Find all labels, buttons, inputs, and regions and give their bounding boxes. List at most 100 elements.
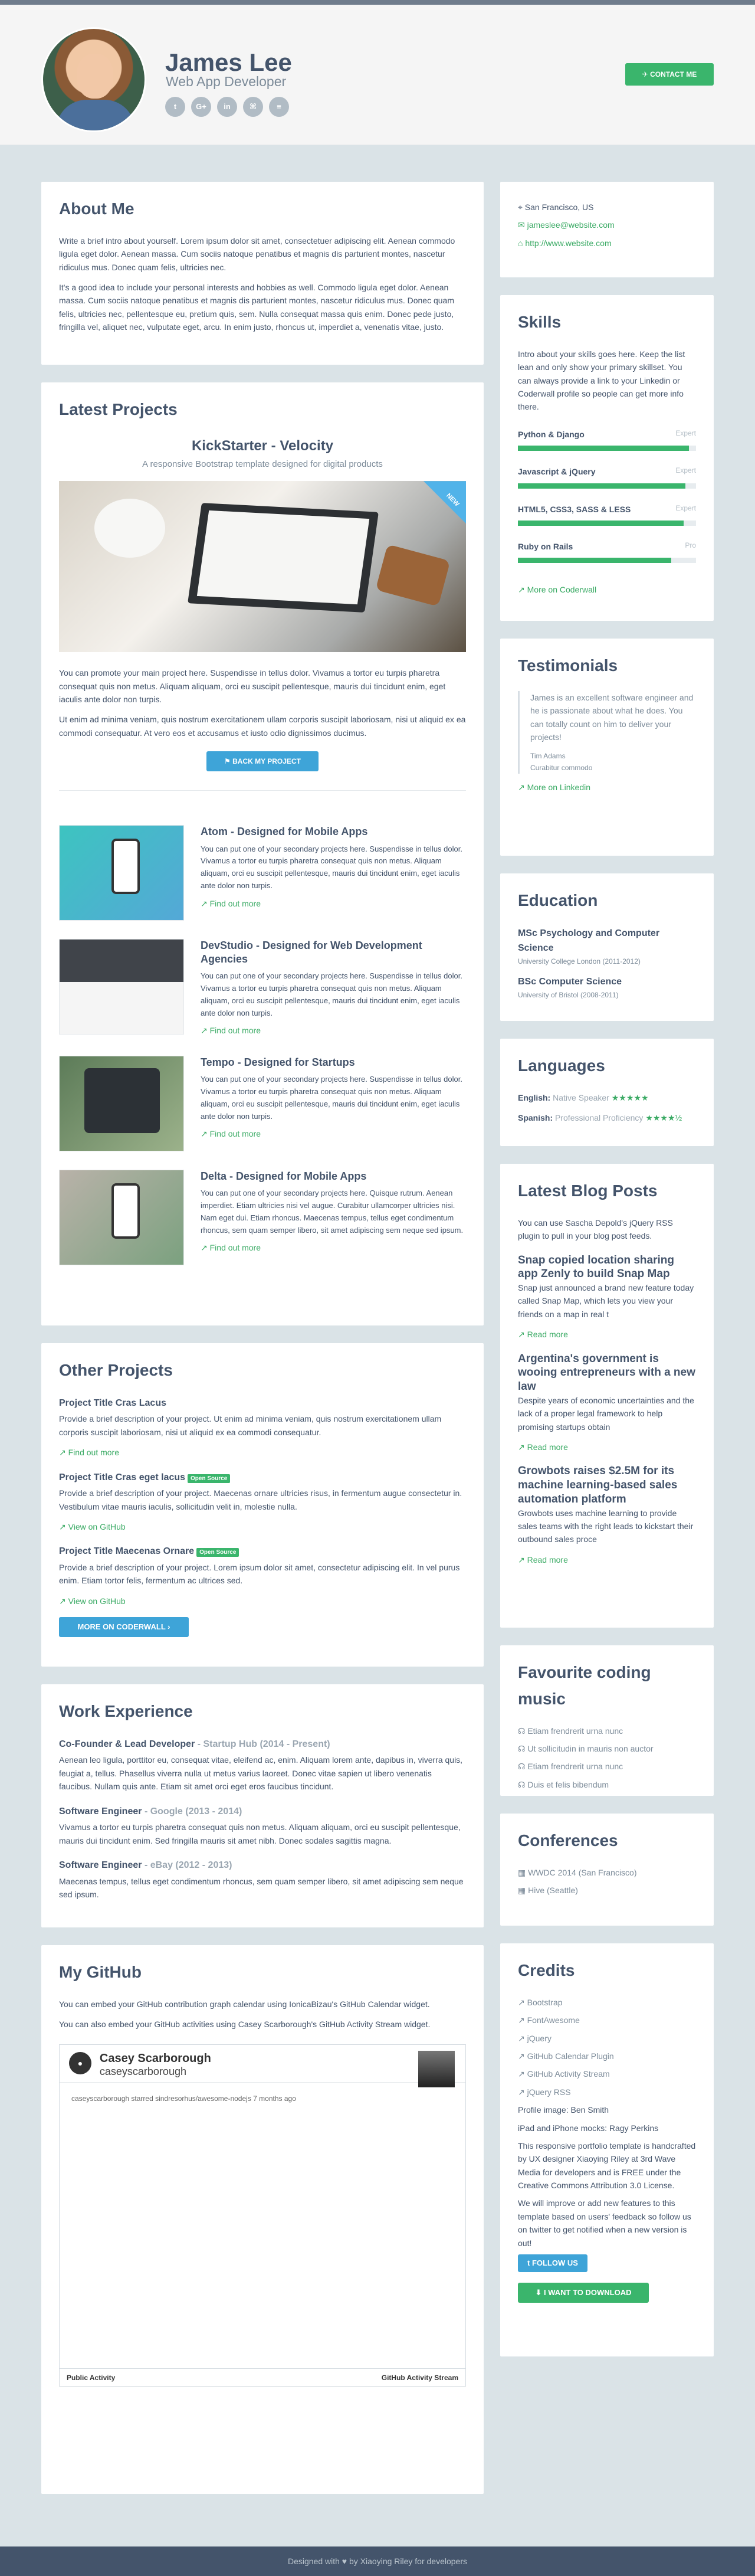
github-activity-row[interactable]: caseyscarborough starred sindresorhus/aw…: [71, 2093, 454, 2104]
find-out-more-link[interactable]: ↗ Find out more: [59, 1448, 119, 1457]
credit-link[interactable]: ↗ GitHub Activity Stream: [518, 2067, 696, 2080]
github-avatar: [418, 2050, 455, 2087]
music-item: ☊ Etiam frendrerit urna nunc: [518, 1726, 623, 1736]
work-experience-heading: Work Experience: [59, 1702, 193, 1720]
project-item-delta: Delta - Designed for Mobile Apps You can…: [59, 1169, 466, 1265]
other-project-description: Provide a brief description of your proj…: [59, 1562, 460, 1586]
skill-bar: [518, 483, 696, 489]
music-heading: Favourite coding music: [518, 1663, 651, 1708]
atom-thumbnail[interactable]: [59, 825, 184, 921]
stack-overflow-icon[interactable]: ≡: [269, 97, 289, 117]
credits-description: This responsive portfolio template is ha…: [518, 2140, 696, 2191]
download-button[interactable]: ⬇ I WANT TO DOWNLOAD: [518, 2283, 649, 2303]
blog-post-title[interactable]: Growbots raises $2.5M for its machine le…: [518, 1464, 696, 1506]
skill-name: HTML5, CSS3, SASS & LESS Expert: [518, 503, 696, 514]
devstudio-thumbnail[interactable]: [59, 939, 184, 1035]
mockup-credit: iPad and iPhone mocks: Ragy Perkins: [518, 2123, 659, 2133]
other-projects-section: Other Projects Project Title Cras Lacus …: [41, 1343, 484, 1667]
blog-post-title[interactable]: Argentina's government is wooing entrepr…: [518, 1352, 696, 1394]
more-on-coderwall-button[interactable]: MORE ON CODERWALL ›: [59, 1617, 189, 1638]
other-project-description: Provide a brief description of your proj…: [59, 1488, 462, 1511]
social-links: t G+ in ⌘ ≡: [165, 97, 289, 117]
email-link[interactable]: ✉ jameslee@website.com: [518, 218, 696, 231]
music-list: ☊ Etiam frendrerit urna nunc ☊ Ut sollic…: [518, 1724, 696, 1792]
credit-link[interactable]: ↗ Bootstrap: [518, 1996, 696, 2009]
github-activity-widget: ● Casey Scarborough caseyscarborough case…: [59, 2044, 466, 2387]
website-link[interactable]: ⌂ http://www.website.com: [518, 237, 696, 250]
twitter-icon[interactable]: t: [165, 97, 185, 117]
language-row: Spanish: Professional Proficiency ★★★★½: [518, 1113, 682, 1123]
read-more-link[interactable]: ↗ Read more: [518, 1330, 568, 1339]
find-out-more-link[interactable]: ↗ Find out more: [201, 1129, 261, 1138]
new-ribbon: NEW: [424, 481, 466, 524]
languages-card: Languages English: Native Speaker ★★★★★ …: [500, 1039, 714, 1146]
blog-post-excerpt: Despite years of economic uncertainties …: [518, 1395, 694, 1432]
find-out-more-link[interactable]: ↗ Find out more: [201, 1026, 261, 1035]
other-project-title[interactable]: Project Title Cras eget lacus Open Source: [59, 1470, 466, 1485]
blog-post-excerpt: Snap just announced a brand new feature …: [518, 1283, 694, 1319]
find-out-more-link[interactable]: ↗ Find out more: [201, 899, 261, 908]
project-description: You can put one of your secondary projec…: [201, 844, 462, 891]
project-title[interactable]: Tempo - Designed for Startups: [201, 1056, 466, 1069]
linkedin-link[interactable]: ↗ More on Linkedin: [518, 781, 696, 794]
credit-link[interactable]: ↗ jQuery RSS: [518, 2086, 696, 2099]
credits-heading: Credits: [518, 1961, 575, 1979]
other-project-title[interactable]: Project Title Maecenas Ornare Open Source: [59, 1544, 466, 1559]
project-title[interactable]: DevStudio - Designed for Web Development…: [201, 939, 466, 965]
job-description: Aenean leo ligula, porttitor eu, consequ…: [59, 1755, 463, 1792]
credits-list: ↗ Bootstrap ↗ FontAwesome ↗ jQuery ↗ Git…: [518, 1996, 696, 2099]
project-item-body: DevStudio - Designed for Web Development…: [201, 939, 466, 1037]
coderwall-link[interactable]: ↗ More on Coderwall: [518, 583, 696, 596]
view-on-github-link[interactable]: ↗ View on GitHub: [59, 1596, 126, 1606]
credits-feedback: We will improve or add new features to t…: [518, 2198, 691, 2248]
degree-title: BSc Computer Science: [518, 977, 622, 987]
read-more-link[interactable]: ↗ Read more: [518, 1555, 568, 1564]
credit-link[interactable]: ↗ GitHub Calendar Plugin: [518, 2050, 696, 2063]
featured-project-title[interactable]: KickStarter - Velocity: [59, 435, 466, 457]
cake-image-detail: [375, 544, 451, 607]
follow-us-button[interactable]: t FOLLOW US: [518, 2254, 587, 2273]
profile-title: Web App Developer: [166, 74, 287, 89]
find-out-more-link[interactable]: ↗ Find out more: [201, 1243, 261, 1252]
conferences-card: Conferences ▦ WWDC 2014 (San Francisco) …: [500, 1814, 714, 1926]
skill-fill: [518, 558, 671, 564]
delta-thumbnail[interactable]: [59, 1169, 184, 1265]
view-on-github-link[interactable]: ↗ View on GitHub: [59, 1522, 126, 1531]
other-project-description: Provide a brief description of your proj…: [59, 1414, 442, 1437]
back-my-project-button[interactable]: ⚑ BACK MY PROJECT: [206, 751, 319, 772]
other-project-title[interactable]: Project Title Cras Lacus: [59, 1396, 466, 1411]
blog-post-title[interactable]: Snap copied location sharing app Zenly t…: [518, 1253, 696, 1282]
featured-project-subtitle: A responsive Bootstrap template designed…: [142, 459, 383, 470]
skills-card: Skills Intro about your skills goes here…: [500, 295, 714, 621]
education-heading: Education: [518, 891, 598, 909]
music-item: ☊ Ut sollicitudin in mauris non auctor: [518, 1743, 654, 1753]
blog-post-excerpt: Growbots uses machine learning to provid…: [518, 1508, 694, 1544]
featured-project-image[interactable]: NEW: [59, 481, 466, 653]
contact-info-card: ⌖ San Francisco, US ✉ jameslee@website.c…: [500, 182, 714, 277]
contact-me-button[interactable]: ✈ CONTACT ME: [625, 63, 714, 86]
featured-project: KickStarter - Velocity A responsive Boot…: [59, 435, 466, 772]
favourite-music-card: Favourite coding music ☊ Etiam frendreri…: [500, 1645, 714, 1796]
degree-title: MSc Psychology and Computer Science: [518, 928, 660, 954]
read-more-link[interactable]: ↗ Read more: [518, 1442, 568, 1452]
github-icon[interactable]: ⌘: [243, 97, 263, 117]
project-item-body: Tempo - Designed for Startups You can pu…: [201, 1056, 466, 1151]
blog-heading: Latest Blog Posts: [518, 1181, 658, 1200]
job-title: Software Engineer - Google (2013 - 2014): [59, 1806, 242, 1816]
skills-heading: Skills: [518, 313, 562, 331]
tempo-thumbnail[interactable]: [59, 1055, 184, 1151]
linkedin-icon[interactable]: in: [217, 97, 237, 117]
github-widget-name[interactable]: Casey Scarborough caseyscarborough: [100, 2052, 211, 2078]
job-title: Software Engineer - eBay (2012 - 2013): [59, 1860, 232, 1870]
project-title[interactable]: Atom - Designed for Mobile Apps: [201, 825, 466, 839]
credit-link[interactable]: ↗ FontAwesome: [518, 2014, 696, 2027]
google-plus-icon[interactable]: G+: [191, 97, 211, 117]
job-title: Co-Founder & Lead Developer - Startup Hu…: [59, 1739, 330, 1749]
project-item-body: Delta - Designed for Mobile Apps You can…: [201, 1170, 466, 1265]
credit-link[interactable]: ↗ jQuery: [518, 2032, 696, 2045]
page-footer: Designed with ♥ by Xiaoying Riley for de…: [0, 2546, 755, 2576]
github-activity-stream-link[interactable]: GitHub Activity Stream: [382, 2372, 458, 2382]
project-title[interactable]: Delta - Designed for Mobile Apps: [201, 1170, 466, 1183]
sidebar: ⌖ San Francisco, US ✉ jameslee@website.c…: [500, 182, 714, 2374]
testimonials-heading: Testimonials: [518, 656, 618, 675]
